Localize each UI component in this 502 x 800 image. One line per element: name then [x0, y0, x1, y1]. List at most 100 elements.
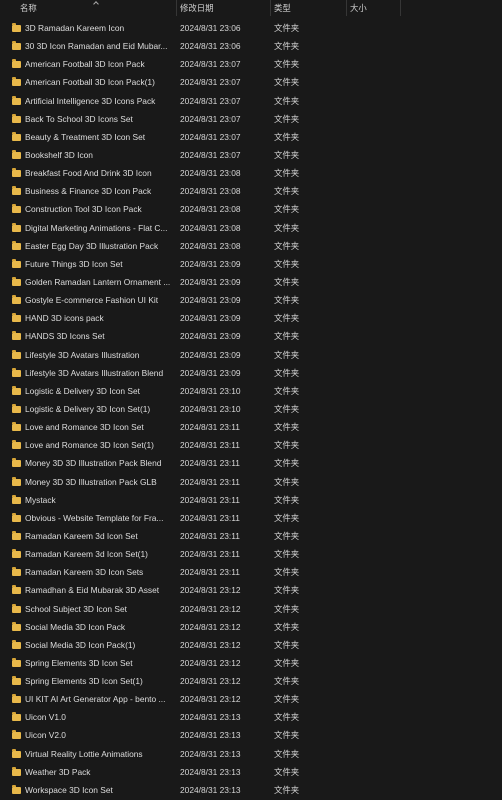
- folder-icon: [12, 168, 21, 178]
- folder-row[interactable]: Golden Ramadan Lantern Ornament ... 2024…: [0, 273, 502, 291]
- folder-row[interactable]: Spring Elements 3D Icon Set 2024/8/31 23…: [0, 654, 502, 672]
- file-name: 30 3D Icon Ramadan and Eid Mubar...: [25, 41, 168, 52]
- folder-icon: [12, 258, 21, 268]
- folder-row[interactable]: Ramadan Kareem 3D Icon Sets 2024/8/31 23…: [0, 563, 502, 581]
- folder-row[interactable]: Digital Marketing Animations - Flat C...…: [0, 219, 502, 237]
- folder-row[interactable]: Breakfast Food And Drink 3D Icon 2024/8/…: [0, 164, 502, 182]
- file-name: Money 3D 3D Illustration Pack GLB: [25, 476, 157, 487]
- column-header-modified[interactable]: 修改日期: [176, 0, 270, 18]
- modified-date: 2024/8/31 23:11: [180, 440, 240, 451]
- file-name: Artificial Intelligence 3D Icons Pack: [25, 95, 156, 106]
- folder-row[interactable]: 3D Ramadan Kareem Icon 2024/8/31 23:06 文…: [0, 19, 502, 37]
- modified-date: 2024/8/31 23:12: [180, 676, 241, 687]
- folder-row[interactable]: 30 3D Icon Ramadan and Eid Mubar... 2024…: [0, 37, 502, 55]
- file-name: Love and Romance 3D Icon Set(1): [25, 440, 154, 451]
- folder-row[interactable]: Ramadhan & Eid Mubarak 3D Asset 2024/8/3…: [0, 581, 502, 599]
- folder-row[interactable]: Beauty & Treatment 3D Icon Set 2024/8/31…: [0, 128, 502, 146]
- folder-row[interactable]: School Subject 3D Icon Set 2024/8/31 23:…: [0, 600, 502, 618]
- file-type: 文件夹: [274, 295, 300, 306]
- file-type: 文件夹: [274, 313, 300, 324]
- file-type: 文件夹: [274, 494, 300, 505]
- modified-date: 2024/8/31 23:08: [180, 240, 241, 251]
- folder-icon: [12, 385, 21, 395]
- folder-row[interactable]: Back To School 3D Icons Set 2024/8/31 23…: [0, 110, 502, 128]
- folder-row[interactable]: Virtual Reality Lottie Animations 2024/8…: [0, 745, 502, 763]
- folder-row[interactable]: Love and Romance 3D Icon Set 2024/8/31 2…: [0, 418, 502, 436]
- modified-date: 2024/8/31 23:06: [180, 41, 241, 52]
- file-name: Golden Ramadan Lantern Ornament ...: [25, 276, 171, 287]
- modified-date: 2024/8/31 23:09: [180, 295, 241, 306]
- folder-row[interactable]: Lifestyle 3D Avatars Illustration 2024/8…: [0, 346, 502, 364]
- file-name: Spring Elements 3D Icon Set(1): [25, 676, 143, 687]
- folder-row[interactable]: Uicon V2.0 2024/8/31 23:13 文件夹: [0, 726, 502, 744]
- file-type: 文件夹: [274, 712, 300, 723]
- folder-row[interactable]: UI KIT AI Art Generator App - bento ... …: [0, 690, 502, 708]
- folder-icon: [12, 149, 21, 159]
- file-type: 文件夹: [274, 694, 300, 705]
- folder-row[interactable]: Logistic & Delivery 3D Icon Set(1) 2024/…: [0, 400, 502, 418]
- file-name: Social Media 3D Icon Pack(1): [25, 639, 136, 650]
- folder-icon: [12, 276, 21, 286]
- folder-row[interactable]: Love and Romance 3D Icon Set(1) 2024/8/3…: [0, 436, 502, 454]
- modified-date: 2024/8/31 23:07: [180, 77, 241, 88]
- modified-date: 2024/8/31 23:13: [180, 730, 241, 741]
- folder-icon: [12, 730, 21, 740]
- folder-row[interactable]: Lifestyle 3D Avatars Illustration Blend …: [0, 364, 502, 382]
- folder-row[interactable]: Mystack 2024/8/31 23:11 文件夹: [0, 491, 502, 509]
- folder-row[interactable]: Gostyle E-commerce Fashion UI Kit 2024/8…: [0, 291, 502, 309]
- column-header-name[interactable]: 名称: [0, 0, 176, 18]
- folder-row[interactable]: Artificial Intelligence 3D Icons Pack 20…: [0, 92, 502, 110]
- file-type: 文件夹: [274, 512, 300, 523]
- file-type: 文件夹: [274, 549, 300, 560]
- file-type: 文件夹: [274, 59, 300, 70]
- folder-row[interactable]: Business & Finance 3D Icon Pack 2024/8/3…: [0, 182, 502, 200]
- file-name: Logistic & Delivery 3D Icon Set: [25, 385, 140, 396]
- folder-row[interactable]: Construction Tool 3D Icon Pack 2024/8/31…: [0, 200, 502, 218]
- file-type: 文件夹: [274, 676, 300, 687]
- folder-row[interactable]: Workspace 3D Icon Set 2024/8/31 23:13 文件…: [0, 781, 502, 799]
- folder-row[interactable]: Logistic & Delivery 3D Icon Set 2024/8/3…: [0, 382, 502, 400]
- folder-icon: [12, 367, 21, 377]
- column-header-size[interactable]: 大小: [346, 0, 400, 18]
- file-type: 文件夹: [274, 349, 300, 360]
- file-type: 文件夹: [274, 784, 300, 795]
- file-name: School Subject 3D Icon Set: [25, 603, 127, 614]
- modified-date: 2024/8/31 23:13: [180, 784, 241, 795]
- folder-icon: [12, 59, 21, 69]
- folder-row[interactable]: Ramadan Kareem 3d Icon Set(1) 2024/8/31 …: [0, 545, 502, 563]
- column-divider[interactable]: [400, 0, 401, 16]
- file-name: Breakfast Food And Drink 3D Icon: [25, 168, 152, 179]
- folder-row[interactable]: HANDS 3D Icons Set 2024/8/31 23:09 文件夹: [0, 327, 502, 345]
- folder-row[interactable]: Obvious - Website Template for Fra... 20…: [0, 509, 502, 527]
- file-type: 文件夹: [274, 204, 300, 215]
- folder-icon: [12, 694, 21, 704]
- column-header-type-label: 类型: [274, 3, 291, 13]
- folder-row[interactable]: Money 3D 3D Illustration Pack GLB 2024/8…: [0, 473, 502, 491]
- file-name: Beauty & Treatment 3D Icon Set: [25, 131, 146, 142]
- folder-row[interactable]: American Football 3D Icon Pack 2024/8/31…: [0, 55, 502, 73]
- folder-icon: [12, 313, 21, 323]
- folder-row[interactable]: Social Media 3D Icon Pack(1) 2024/8/31 2…: [0, 636, 502, 654]
- file-type: 文件夹: [274, 331, 300, 342]
- folder-row[interactable]: Weather 3D Pack 2024/8/31 23:13 文件夹: [0, 763, 502, 781]
- folder-row[interactable]: Money 3D 3D Illustration Pack Blend 2024…: [0, 454, 502, 472]
- folder-row[interactable]: Easter Egg Day 3D Illustration Pack 2024…: [0, 237, 502, 255]
- folder-row[interactable]: American Football 3D Icon Pack(1) 2024/8…: [0, 73, 502, 91]
- folder-row[interactable]: Uicon V1.0 2024/8/31 23:13 文件夹: [0, 708, 502, 726]
- folder-row[interactable]: Ramadan Kareem 3d Icon Set 2024/8/31 23:…: [0, 527, 502, 545]
- folder-row[interactable]: Future Things 3D Icon Set 2024/8/31 23:0…: [0, 255, 502, 273]
- file-type: 文件夹: [274, 367, 300, 378]
- modified-date: 2024/8/31 23:13: [180, 748, 241, 759]
- modified-date: 2024/8/31 23:10: [180, 403, 241, 414]
- folder-row[interactable]: HAND 3D icons pack 2024/8/31 23:09 文件夹: [0, 309, 502, 327]
- file-type: 文件夹: [274, 23, 300, 33]
- folder-row[interactable]: Social Media 3D Icon Pack 2024/8/31 23:1…: [0, 618, 502, 636]
- column-header-type[interactable]: 类型: [270, 0, 346, 18]
- file-name: Business & Finance 3D Icon Pack: [25, 186, 152, 197]
- file-name: Ramadhan & Eid Mubarak 3D Asset: [25, 585, 160, 596]
- folder-row[interactable]: Spring Elements 3D Icon Set(1) 2024/8/31…: [0, 672, 502, 690]
- file-name: UI KIT AI Art Generator App - bento ...: [25, 694, 166, 705]
- file-type: 文件夹: [274, 458, 300, 469]
- folder-row[interactable]: Bookshelf 3D Icon 2024/8/31 23:07 文件夹: [0, 146, 502, 164]
- file-type: 文件夹: [274, 276, 300, 287]
